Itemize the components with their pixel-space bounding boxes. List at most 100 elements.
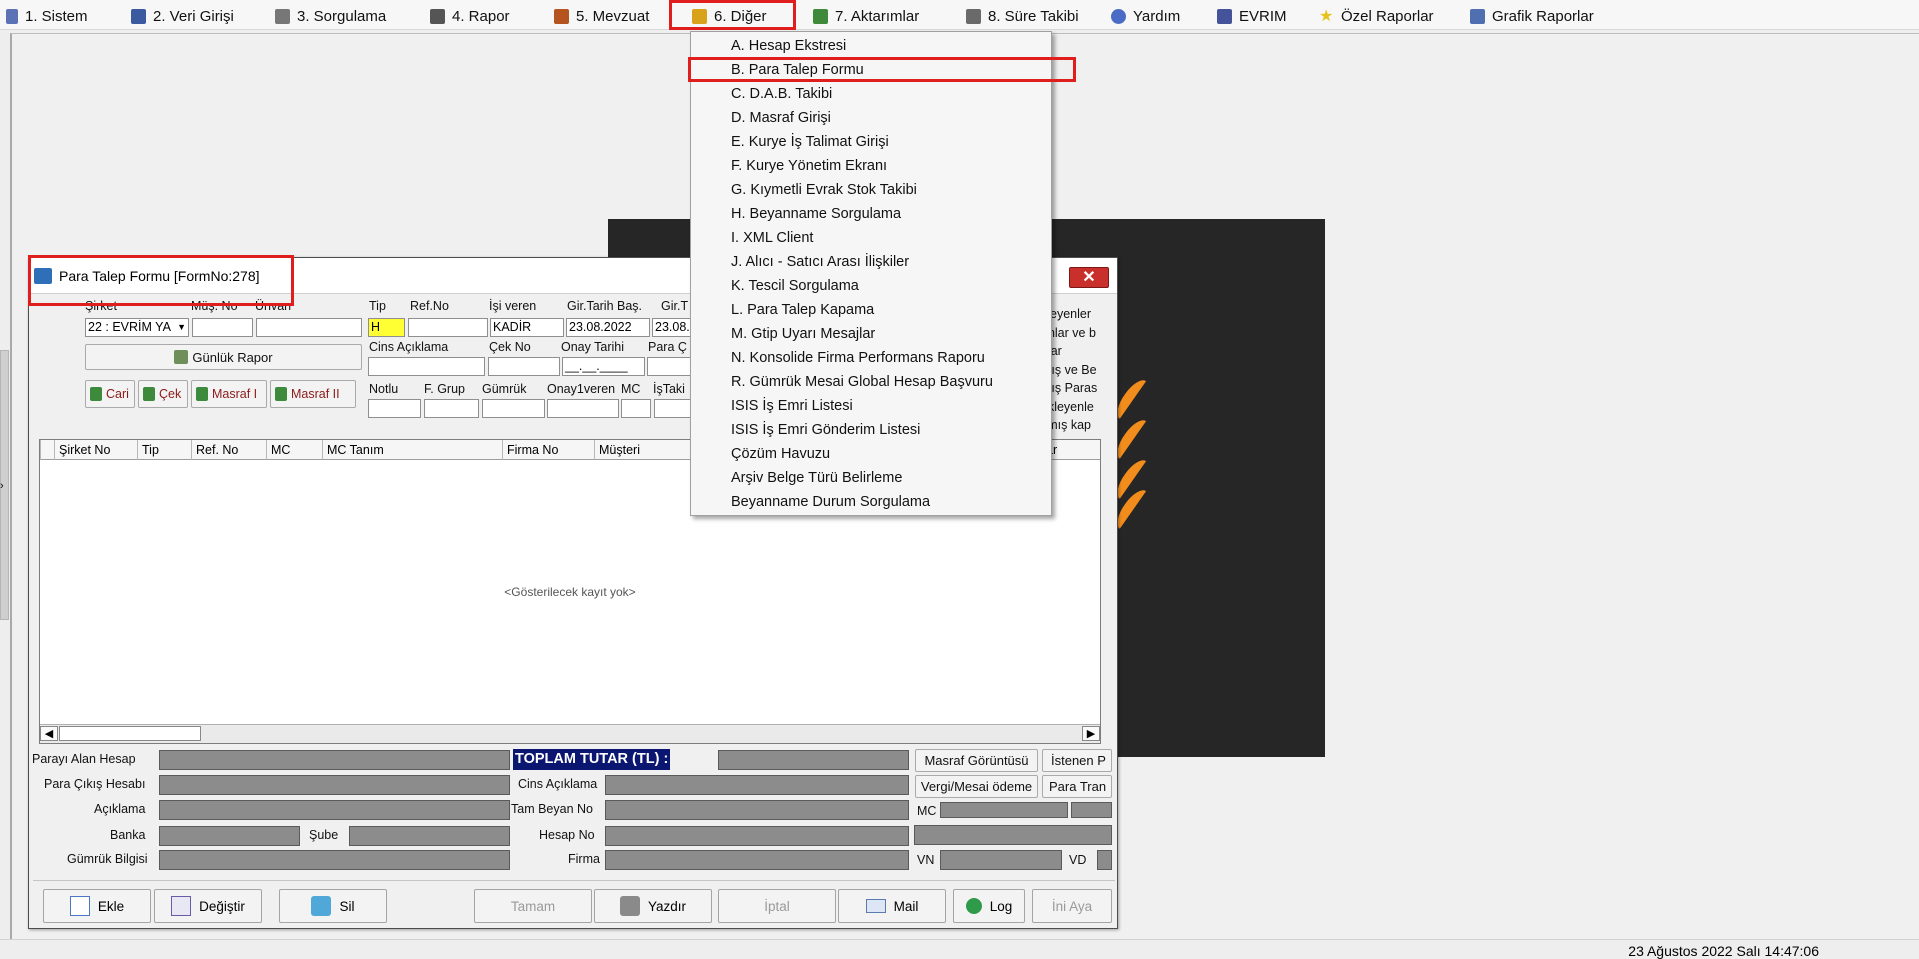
menu-yardim[interactable]: Yardım (1111, 5, 1180, 27)
hesap-no-field[interactable] (605, 826, 909, 846)
notlu-input[interactable] (368, 399, 421, 418)
parayi-alan-field[interactable] (159, 750, 510, 770)
menu-item-kurye-yonetim[interactable]: F. Kurye Yönetim Ekranı (731, 154, 887, 178)
menu-item-dab-takibi[interactable]: C. D.A.B. Takibi (731, 82, 832, 106)
mc-footer-field-2[interactable] (1071, 802, 1112, 818)
para-cikis-field[interactable] (159, 775, 510, 795)
horizontal-scrollbar[interactable]: ◀ ▶ (40, 724, 1100, 743)
firma-field[interactable] (605, 850, 909, 870)
menu-item-beyanname-sorgulama[interactable]: H. Beyanname Sorgulama (731, 202, 901, 226)
aciklama-field[interactable] (159, 800, 510, 820)
menu-rapor[interactable]: 4. Rapor (430, 5, 510, 27)
menu-item-kiymetli-evrak[interactable]: G. Kıymetli Evrak Stok Takibi (731, 178, 917, 202)
sube-label: Şube (309, 828, 339, 842)
menu-veri-girisi[interactable]: 2. Veri Girişi (131, 5, 234, 27)
mc-input[interactable] (621, 399, 651, 418)
evrim-icon (1217, 8, 1232, 24)
cari-button[interactable]: Cari (85, 380, 135, 408)
menu-aktarimlar[interactable]: 7. Aktarımlar (813, 5, 919, 27)
sirket-select[interactable]: 22 : EVRİM YA ▼ (85, 318, 189, 337)
cek-button[interactable]: Çek (138, 380, 188, 408)
mc-footer-field[interactable] (940, 802, 1068, 818)
column-header[interactable]: MC (266, 440, 322, 460)
masraf-2-button[interactable]: Masraf II (270, 380, 356, 408)
banka-field[interactable] (159, 826, 300, 846)
tip-input[interactable]: H (368, 318, 405, 337)
para-cikis-input[interactable] (647, 357, 692, 376)
scroll-right-icon[interactable]: ▶ (1082, 726, 1100, 741)
istakip-input[interactable] (654, 399, 692, 418)
menu-item-isis-is-emri[interactable]: ISIS İş Emri Listesi (731, 394, 853, 418)
menu-item-tescil-sorgulama[interactable]: K. Tescil Sorgulama (731, 274, 859, 298)
column-header[interactable]: Müşteri (594, 440, 694, 460)
masraf-goruntusu-button[interactable]: Masraf Görüntüsü (915, 749, 1038, 772)
tam-beyan-label: Tam Beyan No (511, 802, 593, 816)
menu-sistem[interactable]: 1. Sistem (6, 5, 88, 27)
gunluk-rapor-button[interactable]: Günlük Rapor (85, 344, 362, 370)
mail-button[interactable]: Mail (838, 889, 946, 923)
menu-item-gumruk-mesai[interactable]: R. Gümrük Mesai Global Hesap Başvuru (731, 370, 993, 394)
menu-grafik-raporlar[interactable]: Grafik Raporlar (1470, 5, 1594, 27)
aciklama-label: Açıklama (94, 802, 146, 816)
masraf-1-button[interactable]: Masraf I (191, 380, 267, 408)
scroll-left-icon[interactable]: ◀ (40, 726, 58, 741)
column-header[interactable]: Firma No (502, 440, 594, 460)
menu-evrim[interactable]: EVRIM (1217, 5, 1287, 27)
sil-button[interactable]: Sil (279, 889, 387, 923)
toplam-tutar-field[interactable] (718, 750, 909, 770)
mus-no-input[interactable] (192, 318, 253, 337)
menu-item-isis-gonderim[interactable]: ISIS İş Emri Gönderim Listesi (731, 418, 920, 442)
sube-field[interactable] (349, 826, 510, 846)
menu-item-kurye-is-talimat[interactable]: E. Kurye İş Talimat Girişi (731, 130, 889, 154)
onay1veren-input[interactable] (547, 399, 619, 418)
vd-field[interactable] (1097, 850, 1112, 870)
istenen-button[interactable]: İstenen P (1042, 749, 1112, 772)
column-header[interactable]: Ref. No (191, 440, 266, 460)
vn-field[interactable] (940, 850, 1062, 870)
menu-item-beyanname-durum[interactable]: Beyanname Durum Sorgulama (731, 490, 930, 514)
column-header[interactable]: Şirket No (54, 440, 137, 460)
menu-item-gtip-uyari[interactable]: M. Gtip Uyarı Mesajlar (731, 322, 875, 346)
degistir-button[interactable]: Değiştir (154, 889, 262, 923)
menu-item-arsiv-belge[interactable]: Arşiv Belge Türü Belirleme (731, 466, 902, 490)
gumruk-input[interactable] (482, 399, 545, 418)
column-header[interactable]: MC Tanım (322, 440, 502, 460)
menu-sure-takibi[interactable]: 8. Süre Takibi (966, 5, 1079, 27)
scroll-thumb[interactable] (59, 726, 201, 741)
menu-item-cozum-havuzu[interactable]: Çözüm Havuzu (731, 442, 830, 466)
menu-item-konsolide-firma[interactable]: N. Konsolide Firma Performans Raporu (731, 346, 985, 370)
vergi-mesai-button[interactable]: Vergi/Mesai ödeme (915, 775, 1038, 798)
menu-ozel-raporlar[interactable]: ★ Özel Raporlar (1319, 5, 1434, 27)
extra-footer-field[interactable] (914, 825, 1112, 845)
menu-item-hesap-ekstresi[interactable]: A. Hesap Ekstresi (731, 34, 846, 58)
iptal-button[interactable]: İptal (718, 889, 836, 923)
girtarih-bit-input[interactable]: 23.08.2 (652, 318, 692, 337)
menu-item-masraf-girisi[interactable]: D. Masraf Girişi (731, 106, 831, 130)
cins-aciklama-footer-field[interactable] (605, 775, 909, 795)
close-button[interactable]: ✕ (1069, 267, 1109, 288)
menu-item-alici-satici[interactable]: J. Alıcı - Satıcı Arası İlişkiler (731, 250, 909, 274)
menu-item-xml-client[interactable]: I. XML Client (731, 226, 813, 250)
tam-beyan-field[interactable] (605, 800, 909, 820)
ekle-button[interactable]: Ekle (43, 889, 151, 923)
menu-item-para-talep-kapama[interactable]: L. Para Talep Kapama (731, 298, 874, 322)
onay-tarihi-input[interactable]: __.__.____ (562, 357, 645, 376)
isiveren-input[interactable]: KADİR (490, 318, 564, 337)
ini-ayar-button[interactable]: İni Aya (1032, 889, 1112, 923)
para-tran-button[interactable]: Para Tran (1042, 775, 1112, 798)
menu-sorgulama[interactable]: 3. Sorgulama (275, 5, 386, 27)
tamam-button[interactable]: Tamam (474, 889, 592, 923)
refno-input[interactable] (408, 318, 488, 337)
log-button[interactable]: Log (953, 889, 1025, 923)
column-header[interactable]: Tip (137, 440, 191, 460)
fgrup-input[interactable] (424, 399, 479, 418)
toplam-tutar-label: TOPLAM TUTAR (TL) : (513, 749, 671, 770)
unvan-input[interactable] (256, 318, 362, 337)
menu-mevzuat[interactable]: 5. Mevzuat (554, 5, 649, 27)
cekno-input[interactable] (488, 357, 560, 376)
chevron-right-icon[interactable]: › (0, 480, 4, 492)
yazdir-button[interactable]: Yazdır (594, 889, 712, 923)
girtarih-bas-input[interactable]: 23.08.2022 (566, 318, 650, 337)
gumruk-bilgisi-field[interactable] (159, 850, 510, 870)
cins-aciklama-input[interactable] (368, 357, 485, 376)
